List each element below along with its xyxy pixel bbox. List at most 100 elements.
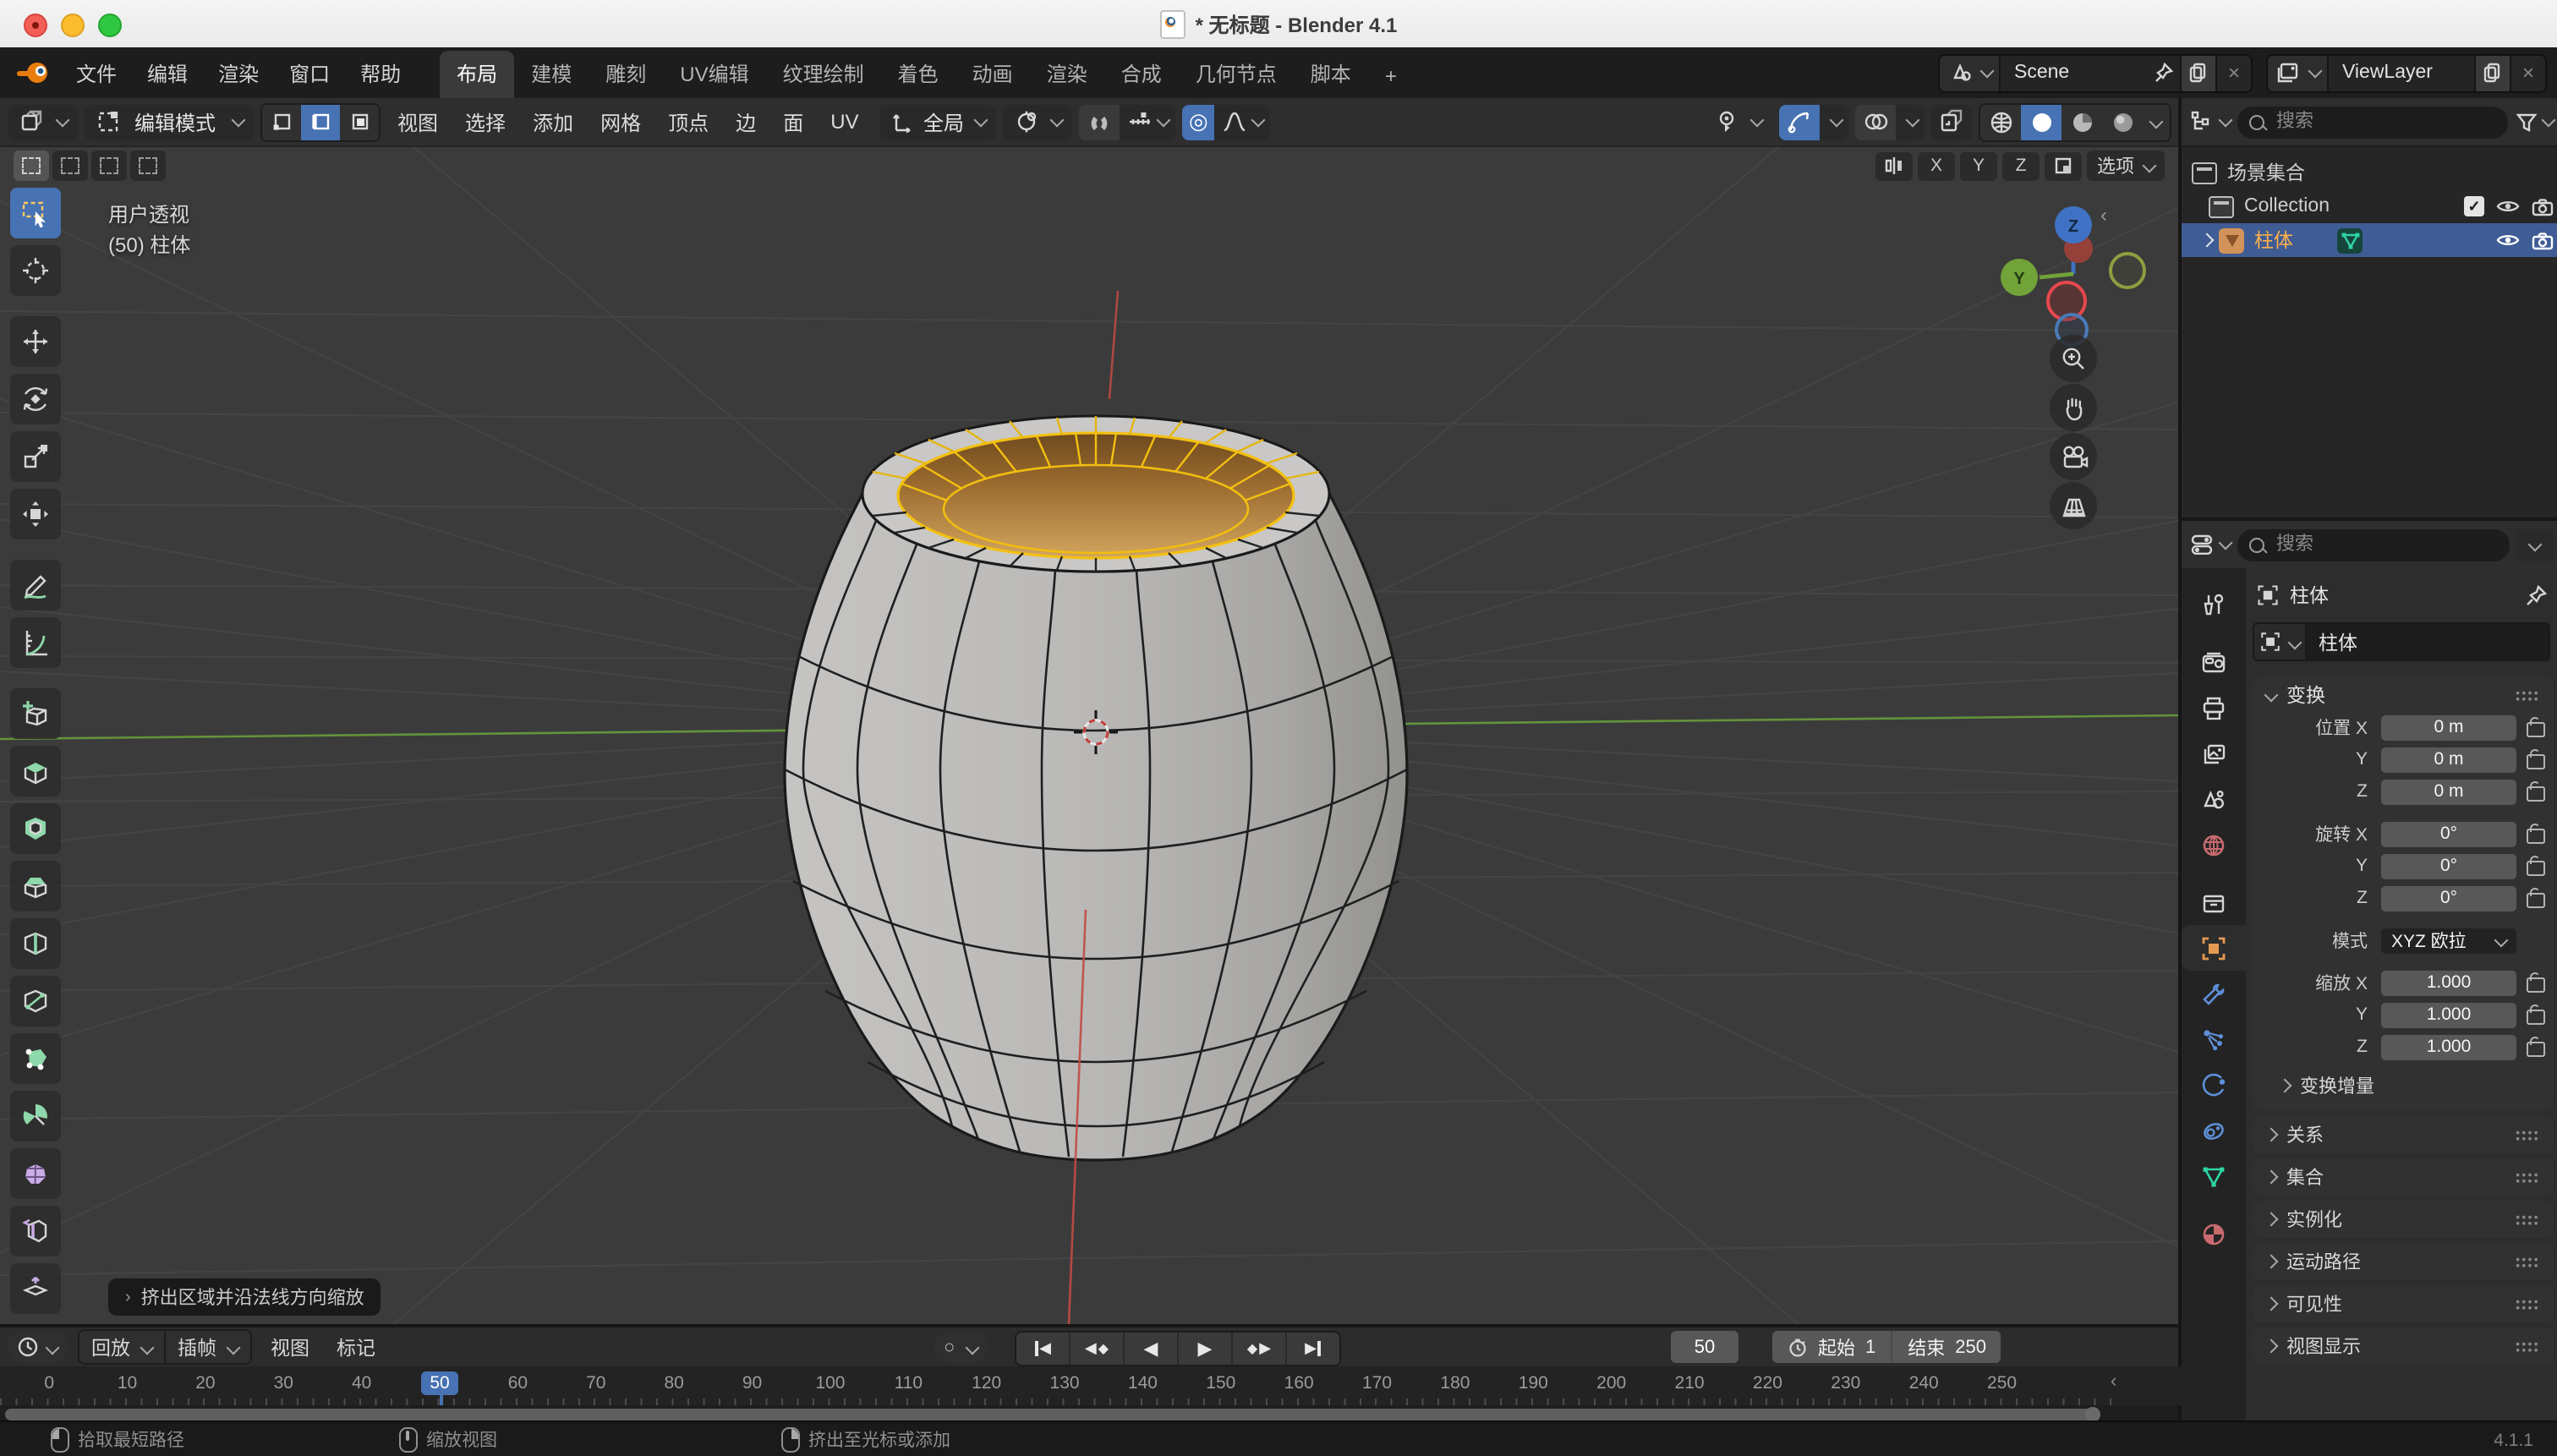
play-reverse-button[interactable]: ◀: [1125, 1333, 1179, 1365]
hide-eye-icon[interactable]: [2496, 232, 2520, 249]
timeline-collapse-icon[interactable]: ‹: [2111, 1371, 2116, 1392]
tool-rotate[interactable]: [10, 374, 61, 424]
transform-orientation-dropdown[interactable]: 全局: [879, 104, 996, 140]
outliner-filter-button[interactable]: [2515, 110, 2554, 134]
snap-toggle-button[interactable]: [1079, 104, 1120, 140]
tab-object-data[interactable]: [2182, 1153, 2246, 1199]
remove-viewlayer-button[interactable]: ×: [2510, 55, 2545, 90]
tab-world[interactable]: [2182, 822, 2246, 868]
select-intersect-button[interactable]: [130, 151, 166, 181]
tool-edge-slide[interactable]: [10, 1206, 61, 1256]
tool-annotate[interactable]: [10, 560, 61, 610]
menu-view[interactable]: 视图: [387, 107, 448, 136]
rotation-y-field[interactable]: 0°: [2381, 853, 2516, 879]
xray-toggle[interactable]: [1931, 104, 1972, 140]
menu-face[interactable]: 面: [773, 107, 813, 136]
zoom-view-button[interactable]: [2050, 335, 2097, 382]
tool-poly-build[interactable]: [10, 1033, 61, 1084]
menu-playback[interactable]: 回放: [79, 1331, 166, 1363]
mirror-x-toggle[interactable]: X: [1918, 151, 1955, 180]
unlink-scene-button[interactable]: ×: [2215, 55, 2251, 90]
section-visibility[interactable]: 可见性: [2253, 1285, 2554, 1322]
rotation-x-field[interactable]: 0°: [2381, 821, 2516, 846]
select-subtract-button[interactable]: [91, 151, 127, 181]
tab-render[interactable]: [2182, 639, 2246, 685]
scene-name[interactable]: Scene: [2001, 63, 2146, 83]
camera-view-button[interactable]: [2050, 433, 2097, 480]
gizmo-axis-y-neg[interactable]: [2111, 254, 2144, 287]
location-z-field[interactable]: 0 m: [2381, 779, 2516, 804]
menu-mesh[interactable]: 网格: [590, 107, 651, 136]
outliner-search-input[interactable]: [2273, 110, 2496, 134]
overlays-settings-dropdown[interactable]: [1896, 104, 1925, 140]
tool-knife[interactable]: [10, 976, 61, 1026]
hide-eye-icon[interactable]: [2496, 198, 2520, 215]
properties-options-dropdown[interactable]: [2516, 528, 2554, 561]
mirror-z-toggle[interactable]: Z: [2002, 151, 2040, 180]
tab-uv-editing[interactable]: UV编辑: [663, 51, 765, 98]
pin-scene-icon[interactable]: [2146, 55, 2180, 90]
pivot-point-dropdown[interactable]: [1003, 104, 1072, 140]
proportional-edit-toggle[interactable]: ◎: [1182, 104, 1215, 140]
select-extend-button[interactable]: [52, 151, 88, 181]
blender-logo-icon[interactable]: [17, 63, 47, 83]
frame-end-field[interactable]: 结束 250: [1892, 1331, 2001, 1363]
tool-move[interactable]: [10, 316, 61, 367]
tool-options-dropdown[interactable]: 选项: [2087, 151, 2165, 181]
scale-y-field[interactable]: 1.000: [2381, 1002, 2516, 1027]
menu-edit[interactable]: 编辑: [132, 53, 203, 92]
face-select-button[interactable]: [340, 104, 379, 140]
id-type-button[interactable]: [2253, 622, 2307, 661]
outliner-row-object[interactable]: 柱体: [2182, 223, 2557, 257]
show-gizmo-toggle[interactable]: [1779, 104, 1820, 140]
properties-editor-type-button[interactable]: [2188, 531, 2231, 558]
show-overlays-toggle[interactable]: [1855, 104, 1896, 140]
rendered-shading-button[interactable]: [2102, 104, 2143, 140]
outliner-editor-type-button[interactable]: [2188, 108, 2231, 135]
section-collections[interactable]: 集合: [2253, 1158, 2554, 1196]
mode-dropdown[interactable]: 编辑模式: [85, 104, 254, 140]
tab-compositing[interactable]: 合成: [1104, 51, 1179, 98]
outliner-search[interactable]: [2237, 106, 2508, 138]
tab-object[interactable]: [2182, 925, 2246, 971]
properties-search-input[interactable]: [2273, 533, 2498, 556]
shading-settings-dropdown[interactable]: [2143, 104, 2170, 140]
viewlayer-browse-button[interactable]: [2268, 55, 2329, 90]
menu-help[interactable]: 帮助: [345, 53, 416, 92]
tab-layout[interactable]: 布局: [440, 51, 514, 98]
lock-icon[interactable]: [2527, 893, 2545, 908]
tab-constraints[interactable]: [2182, 1108, 2246, 1153]
viewport-3d[interactable]: 编辑模式 视图 选择 添加 网格 顶点: [0, 98, 2178, 1324]
tab-particles[interactable]: [2182, 1016, 2246, 1062]
section-delta-transform[interactable]: 变换增量: [2253, 1070, 2554, 1101]
pan-view-button[interactable]: [2050, 384, 2097, 431]
section-instancing[interactable]: 实例化: [2253, 1201, 2554, 1238]
viewport-canvas[interactable]: [0, 98, 2178, 1324]
current-frame-field[interactable]: 50: [1671, 1331, 1738, 1363]
tab-scripting[interactable]: 脚本: [1294, 51, 1368, 98]
tool-inset-faces[interactable]: [10, 803, 61, 854]
lock-icon[interactable]: [2527, 1010, 2545, 1025]
tool-cursor[interactable]: [10, 245, 61, 296]
outliner-row-collection[interactable]: Collection ✓: [2182, 189, 2557, 223]
lock-icon[interactable]: [2527, 829, 2545, 844]
tab-tool[interactable]: [2182, 582, 2246, 627]
tab-geometry-nodes[interactable]: 几何节点: [1179, 51, 1294, 98]
tab-sculpting[interactable]: 雕刻: [589, 51, 663, 98]
tab-rendering[interactable]: 渲染: [1030, 51, 1104, 98]
tool-scale[interactable]: [10, 431, 61, 482]
new-scene-button[interactable]: [2180, 55, 2215, 90]
proportional-falloff-dropdown[interactable]: [1215, 104, 1271, 140]
jump-to-end-button[interactable]: ▶: [1287, 1333, 1339, 1365]
scene-browse-button[interactable]: [1940, 55, 2001, 90]
menu-edge[interactable]: 边: [725, 107, 766, 136]
pin-icon[interactable]: [2525, 584, 2547, 606]
viewlayer-name[interactable]: ViewLayer: [2329, 63, 2474, 83]
operator-panel[interactable]: › 挤出区域并沿法线方向缩放: [108, 1278, 381, 1316]
menu-render[interactable]: 渲染: [203, 53, 274, 92]
select-set-button[interactable]: [14, 151, 49, 181]
tab-collection[interactable]: [2182, 879, 2246, 925]
menu-window[interactable]: 窗口: [274, 53, 345, 92]
tab-material[interactable]: [2182, 1211, 2246, 1256]
region-collapse-icon[interactable]: ‹: [2100, 203, 2107, 227]
